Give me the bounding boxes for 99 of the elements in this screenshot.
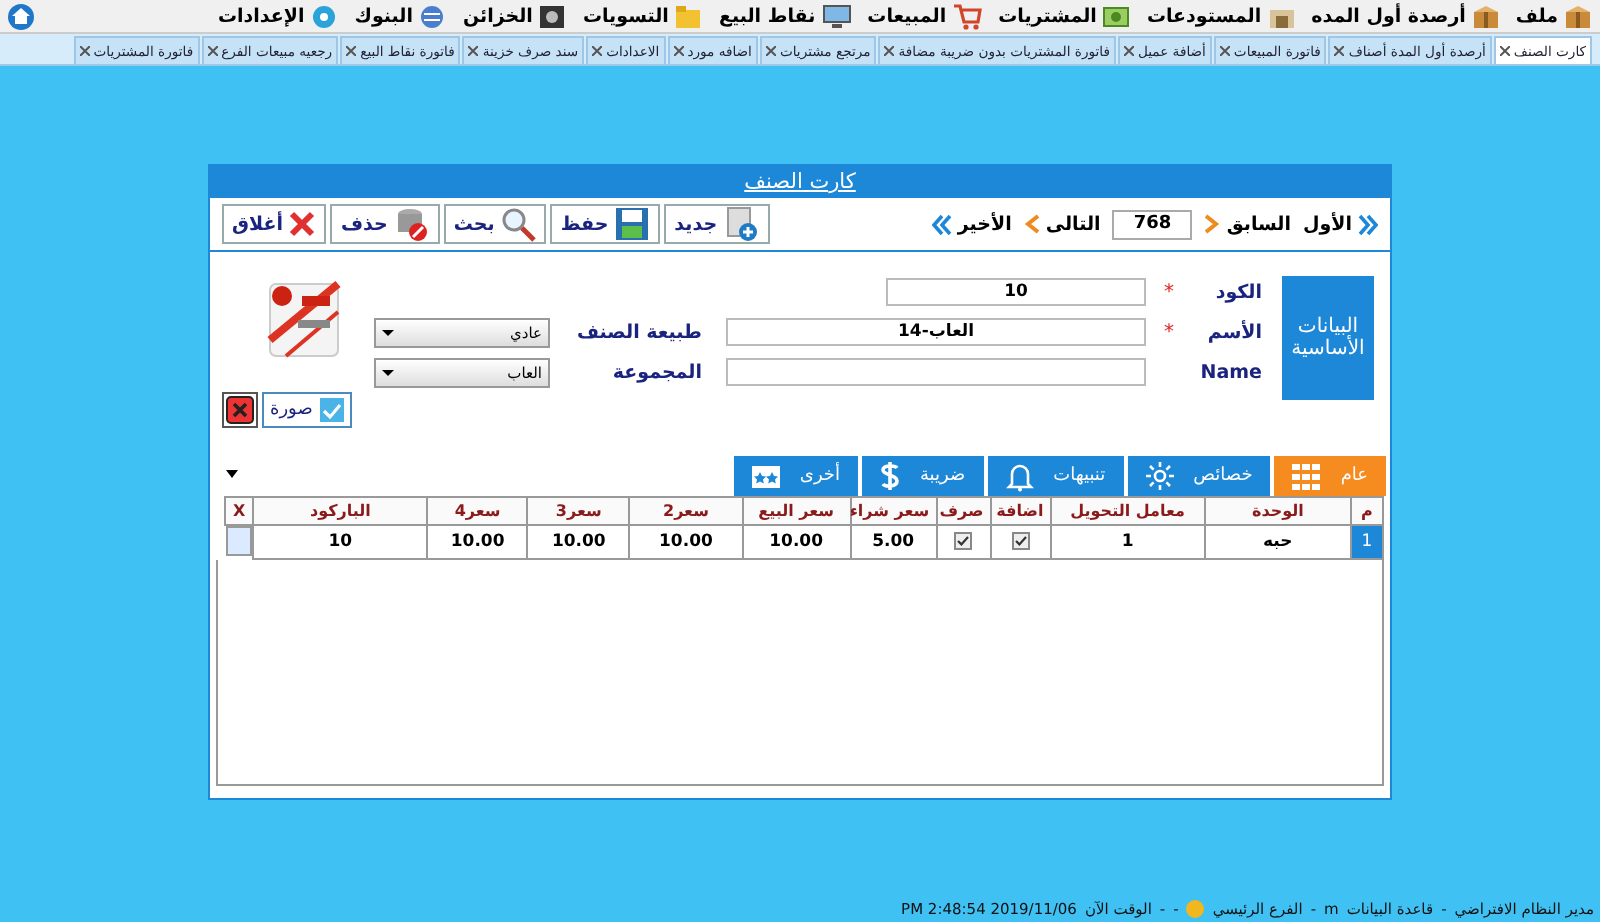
- monitor-icon: [821, 3, 852, 29]
- globe-icon: [418, 3, 447, 29]
- menu-item[interactable]: المستودعات: [1146, 3, 1296, 29]
- table-cell: 1: [1050, 525, 1205, 559]
- add-document-icon: [723, 206, 760, 242]
- tab-close-icon[interactable]: [765, 46, 776, 56]
- row-selector-cell[interactable]: [225, 526, 253, 556]
- required-mark: *: [1162, 321, 1174, 343]
- new-button[interactable]: جديد: [664, 204, 770, 244]
- text-field[interactable]: [726, 358, 1146, 386]
- nav-button[interactable]: التالى: [1023, 213, 1101, 235]
- tab-close-icon[interactable]: [884, 46, 895, 56]
- menu-item[interactable]: المبيعات: [867, 3, 983, 29]
- save-icon: [614, 206, 651, 242]
- menu-item[interactable]: التسويات: [582, 3, 703, 29]
- nav-button[interactable]: الأخير: [931, 213, 1012, 235]
- column-header: سعر البيع: [742, 497, 851, 525]
- nav-button[interactable]: الأول: [1303, 213, 1378, 235]
- text-field[interactable]: 10: [886, 278, 1146, 306]
- folder-icon: [674, 3, 703, 29]
- menu-item[interactable]: المشتريات: [998, 3, 1131, 29]
- section-tab[interactable]: خصائص: [1127, 456, 1271, 496]
- column-header: صرف: [936, 497, 991, 525]
- menu-item[interactable]: الخزائن: [462, 3, 567, 29]
- tab-close-icon[interactable]: [1123, 46, 1134, 56]
- bell-icon: [1005, 461, 1034, 491]
- column-header: X: [225, 497, 254, 525]
- cart-icon: [952, 3, 983, 29]
- box-icon: [1564, 3, 1592, 29]
- table-cell: 10.00: [742, 525, 851, 559]
- text-field[interactable]: العاب-14: [726, 318, 1146, 346]
- column-header: سعر3: [527, 497, 630, 525]
- dialog-title: كارت الصنف: [210, 166, 1390, 198]
- required-mark: *: [1162, 281, 1174, 303]
- ticket-icon: [751, 465, 780, 487]
- field-label: Name: [1198, 361, 1262, 383]
- close-icon: [288, 210, 317, 238]
- field-label: الأسم: [1205, 321, 1262, 343]
- save-button[interactable]: حفظ: [550, 204, 661, 244]
- grid-icon: [1292, 463, 1321, 489]
- column-header: الوحدة: [1204, 497, 1351, 525]
- row-index[interactable]: 1: [1350, 525, 1383, 559]
- sun-icon: [1145, 462, 1174, 490]
- remove-image-button[interactable]: [222, 392, 258, 428]
- field-label: المجموعة: [610, 361, 702, 383]
- nav-button[interactable]: السابق: [1204, 213, 1292, 235]
- arrow-right-icon: [1204, 214, 1221, 234]
- tab-close-icon[interactable]: [346, 46, 357, 56]
- search-button[interactable]: بحث: [443, 204, 547, 244]
- dollar-icon: [879, 460, 900, 492]
- tab-close-icon[interactable]: [1334, 46, 1345, 56]
- menu-item[interactable]: البنوك: [354, 3, 447, 29]
- tab-close-icon[interactable]: [1219, 46, 1230, 56]
- table-cell: 10.00: [527, 525, 630, 559]
- column-header: اضافة: [990, 497, 1051, 525]
- banknote-icon: [1102, 3, 1131, 29]
- close-button[interactable]: أغلاق: [222, 204, 327, 244]
- double-chevron-right-icon: [1358, 213, 1378, 235]
- field-label: طبيعة الصنف: [574, 321, 702, 343]
- column-header: سعر شراء: [850, 497, 937, 525]
- home-icon[interactable]: [8, 3, 34, 29]
- column-header: الباركود: [253, 497, 428, 525]
- record-number-field[interactable]: 768: [1112, 209, 1193, 239]
- table-cell: 5.00: [850, 525, 937, 559]
- column-header: معامل التحويل: [1050, 497, 1205, 525]
- delete-button[interactable]: حذف: [330, 204, 440, 244]
- menu-item[interactable]: نقاط البيع: [718, 3, 852, 29]
- search-icon: [500, 206, 537, 242]
- table-cell: 10: [253, 525, 428, 559]
- column-header: سعر2: [629, 497, 743, 525]
- tab-close-icon[interactable]: [468, 46, 479, 56]
- menu-item[interactable]: الإعدادات: [217, 3, 339, 29]
- tab-close-icon[interactable]: [79, 46, 90, 56]
- checkbox[interactable]: [1011, 532, 1030, 551]
- tab-close-icon[interactable]: [1499, 46, 1510, 56]
- tab-close-icon[interactable]: [207, 46, 218, 56]
- tab-close-icon[interactable]: [592, 46, 603, 56]
- column-header: م: [1350, 497, 1383, 525]
- dropdown-arrow-icon[interactable]: [226, 470, 238, 478]
- image-button[interactable]: صورة: [262, 392, 353, 428]
- field-label: الكود: [1213, 281, 1262, 303]
- delete-database-icon: [393, 206, 430, 242]
- safe-icon: [538, 3, 567, 29]
- section-tab[interactable]: ضريبة: [861, 456, 984, 496]
- menu-item[interactable]: أرصدة أول المده: [1311, 3, 1500, 29]
- table-cell: حبه: [1204, 525, 1351, 559]
- double-chevron-left-icon: [931, 213, 952, 235]
- column-header: سعر4: [427, 497, 528, 525]
- user-avatar-icon: [1186, 900, 1205, 918]
- section-tab[interactable]: أخرى: [733, 456, 858, 496]
- tab-close-icon[interactable]: [673, 46, 684, 56]
- box-icon: [1471, 3, 1500, 29]
- table-cell: 10.00: [629, 525, 743, 559]
- section-tab[interactable]: تنبيهات: [987, 456, 1124, 496]
- menu-item[interactable]: ملف: [1515, 3, 1592, 29]
- table-cell: 10.00: [427, 525, 528, 559]
- section-label: البيانات الأساسية: [1282, 276, 1374, 400]
- checkbox[interactable]: [954, 532, 973, 551]
- arrow-left-icon: [1023, 214, 1040, 234]
